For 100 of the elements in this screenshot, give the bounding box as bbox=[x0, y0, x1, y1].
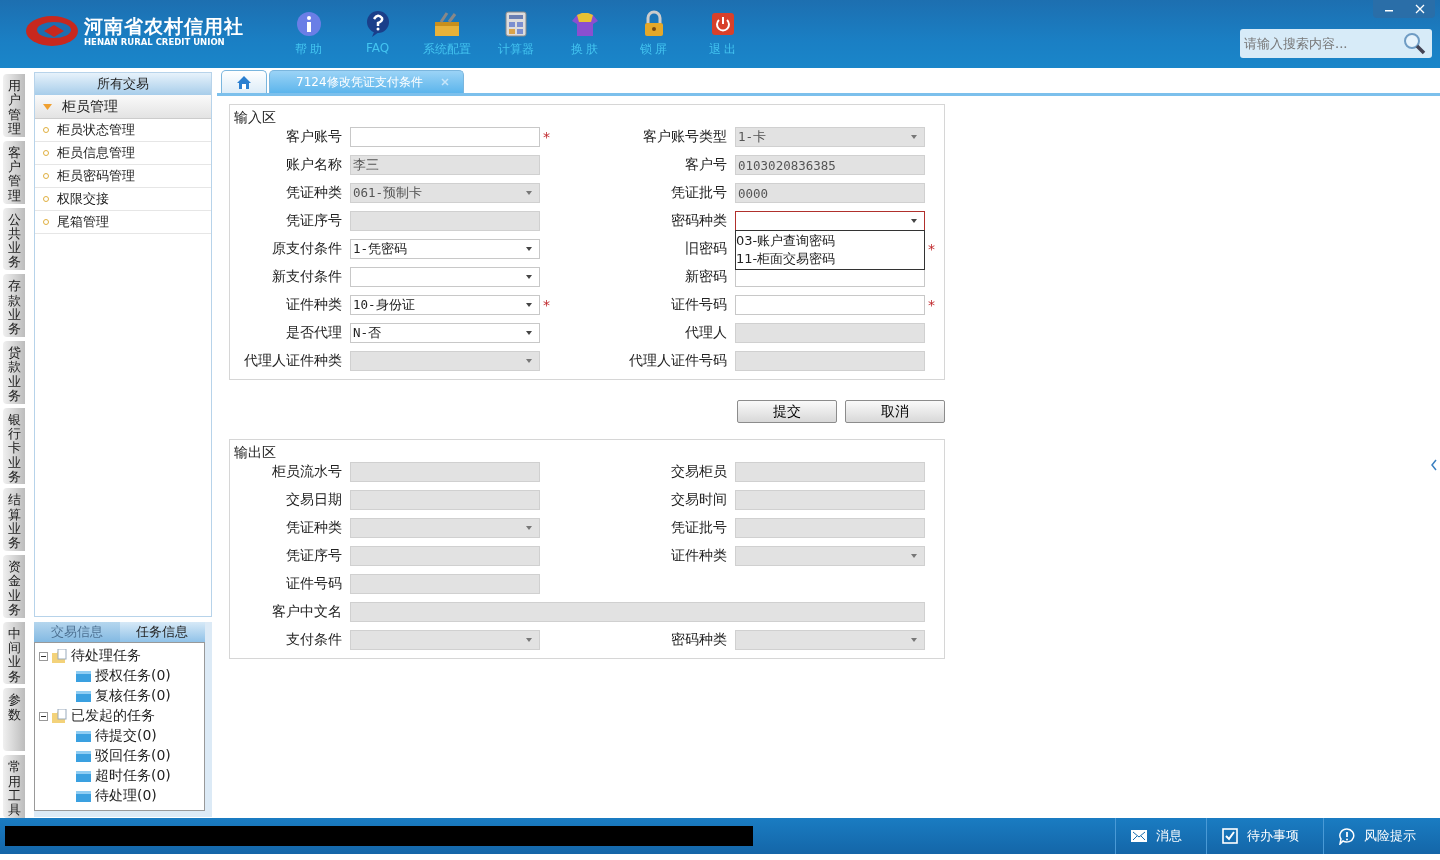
tree-label: 待处理任务 bbox=[71, 647, 141, 665]
field-label: 新支付条件 bbox=[271, 268, 342, 286]
folder-icon bbox=[51, 648, 68, 664]
field-label: 客户号 bbox=[684, 156, 727, 174]
required-mark: * bbox=[543, 129, 551, 145]
panel-header: 所有交易 bbox=[35, 73, 211, 95]
folder-icon bbox=[51, 708, 68, 724]
envelope-icon bbox=[1130, 827, 1148, 845]
required-mark: * bbox=[928, 241, 936, 257]
tree-node[interactable]: 超时任务(0) bbox=[39, 766, 200, 786]
folder-icon bbox=[75, 728, 92, 744]
side-tab[interactable]: 用户管理 bbox=[3, 74, 25, 137]
menu-item[interactable]: 权限交接 bbox=[35, 188, 211, 211]
close-icon bbox=[440, 78, 449, 86]
field-label: 交易日期 bbox=[285, 491, 342, 509]
tree-node[interactable]: 复核任务(0) bbox=[39, 686, 200, 706]
menu-item[interactable]: 柜员密码管理 bbox=[35, 165, 211, 188]
logo-subtitle: HENAN RURAL CREDIT UNION bbox=[84, 36, 226, 48]
field-label: 柜员流水号 bbox=[271, 463, 342, 481]
field-label: 证件号码 bbox=[285, 575, 342, 593]
field-label: 是否代理 bbox=[285, 324, 342, 342]
field-label: 凭证批号 bbox=[670, 519, 727, 537]
side-tab[interactable]: 存款业务 bbox=[3, 274, 25, 337]
tree-node[interactable]: 待处理任务 bbox=[39, 646, 200, 666]
menu-group-header[interactable]: 柜员管理 bbox=[35, 95, 211, 119]
side-tab[interactable]: 结算业务 bbox=[3, 488, 25, 551]
field-label: 密码种类 bbox=[670, 631, 727, 649]
field-label: 代理人证件种类 bbox=[243, 352, 342, 370]
search-icon bbox=[1402, 31, 1426, 55]
checkbox-icon bbox=[1221, 827, 1239, 845]
dropdown-field[interactable]: N-否 bbox=[350, 323, 540, 343]
field-label: 代理人证件号码 bbox=[628, 352, 727, 370]
field-label: 证件种类 bbox=[285, 296, 342, 314]
speech-bubble-alert-icon bbox=[1338, 827, 1356, 845]
logo-title: 河南省农村信用社 bbox=[84, 14, 244, 37]
info-icon bbox=[294, 10, 323, 38]
search-field[interactable]: 请输入搜索内容... bbox=[1240, 29, 1432, 58]
field-label: 代理人 bbox=[684, 324, 727, 342]
side-tab[interactable]: 公共业务 bbox=[3, 207, 25, 271]
menu-item[interactable]: 尾箱管理 bbox=[35, 211, 211, 234]
side-tab[interactable]: 贷款业务 bbox=[3, 341, 25, 404]
dropdown-option[interactable]: 11-柜面交易密码 bbox=[736, 250, 924, 268]
status-button[interactable]: 待办事项 bbox=[1206, 818, 1323, 854]
field-label: 交易时间 bbox=[670, 491, 727, 509]
status-button[interactable]: 风险提示 bbox=[1323, 818, 1440, 854]
shirt-icon bbox=[570, 10, 599, 38]
field-label: 凭证种类 bbox=[285, 519, 342, 537]
tree-label: 待提交(0) bbox=[95, 727, 157, 745]
required-mark: * bbox=[928, 297, 936, 313]
side-tab[interactable]: 中间业务 bbox=[3, 621, 25, 685]
field-label: 密码种类 bbox=[670, 212, 727, 230]
toolbox-icon bbox=[432, 10, 461, 38]
field-label: 旧密码 bbox=[684, 240, 727, 258]
side-tab[interactable]: 常用工具 bbox=[3, 755, 25, 818]
field-label: 凭证序号 bbox=[285, 547, 342, 565]
field-label: 证件种类 bbox=[670, 547, 727, 565]
tree-node[interactable]: 驳回任务(0) bbox=[39, 746, 200, 766]
dropdown-field[interactable]: 1-凭密码 bbox=[350, 239, 540, 259]
menu-item[interactable]: 柜员状态管理 bbox=[35, 119, 211, 142]
close-icon bbox=[1414, 4, 1425, 14]
tree-label: 超时任务(0) bbox=[95, 767, 171, 785]
tree-label: 待处理(0) bbox=[95, 787, 157, 805]
form-button[interactable]: 取消 bbox=[845, 400, 945, 423]
folder-icon bbox=[75, 788, 92, 804]
status-button[interactable]: 消息 bbox=[1115, 818, 1206, 854]
tree-node[interactable]: 已发起的任务 bbox=[39, 706, 200, 726]
home-icon bbox=[236, 74, 252, 90]
section-title: 输出区 bbox=[233, 444, 277, 462]
field-label: 证件号码 bbox=[670, 296, 727, 314]
side-tab[interactable]: 参数 bbox=[3, 688, 25, 752]
field-label: 原支付条件 bbox=[271, 240, 342, 258]
dropdown-option[interactable]: 03-账户查询密码 bbox=[736, 232, 924, 250]
input-field[interactable] bbox=[735, 295, 925, 315]
folder-icon bbox=[75, 688, 92, 704]
field-label: 凭证种类 bbox=[285, 184, 342, 202]
tree-label: 授权任务(0) bbox=[95, 667, 171, 685]
field-label: 客户中文名 bbox=[271, 603, 342, 621]
tree-node[interactable]: 待处理(0) bbox=[39, 786, 200, 806]
folder-icon bbox=[75, 768, 92, 784]
side-tab[interactable]: 银行卡业务 bbox=[3, 407, 25, 485]
field-label: 客户账号 bbox=[285, 128, 342, 146]
tree-label: 复核任务(0) bbox=[95, 687, 171, 705]
field-label: 凭证序号 bbox=[285, 212, 342, 230]
side-tab[interactable]: 客户管理 bbox=[3, 140, 25, 204]
dropdown-field[interactable]: 10-身份证 bbox=[350, 295, 540, 315]
form-button[interactable]: 提交 bbox=[737, 400, 837, 423]
panel-tab[interactable]: 任务信息 bbox=[119, 622, 205, 642]
field-label: 客户账号类型 bbox=[642, 128, 727, 146]
folder-icon bbox=[75, 748, 92, 764]
field-label: 账户名称 bbox=[285, 156, 342, 174]
section-title: 输入区 bbox=[233, 109, 277, 127]
side-tab[interactable]: 资金业务 bbox=[3, 555, 25, 618]
field-label: 新密码 bbox=[684, 268, 727, 286]
dropdown-field[interactable] bbox=[735, 211, 925, 231]
input-field[interactable] bbox=[350, 127, 540, 147]
tree-node[interactable]: 授权任务(0) bbox=[39, 666, 200, 686]
tree-node[interactable]: 待提交(0) bbox=[39, 726, 200, 746]
logo-icon bbox=[24, 14, 80, 48]
tab[interactable] bbox=[221, 70, 267, 93]
menu-item[interactable]: 柜员信息管理 bbox=[35, 142, 211, 165]
